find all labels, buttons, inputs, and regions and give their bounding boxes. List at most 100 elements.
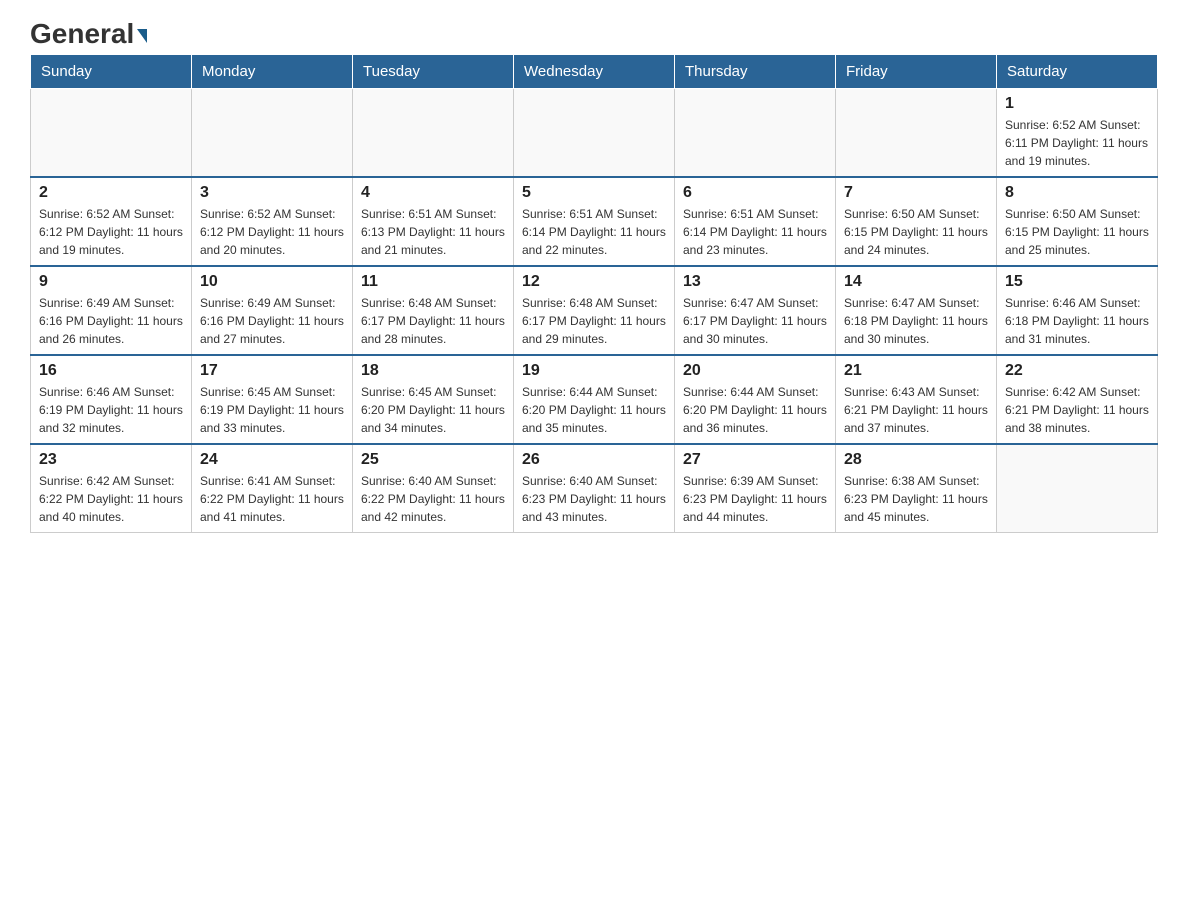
calendar-cell: 6 Sunrise: 6:51 AM Sunset: 6:14 PM Daylig… bbox=[675, 177, 836, 266]
day-number: 7 bbox=[844, 184, 988, 202]
day-info: Sunrise: 6:46 AM Sunset: 6:18 PM Dayligh… bbox=[1005, 294, 1149, 348]
calendar-header-wednesday: Wednesday bbox=[514, 55, 675, 89]
calendar-cell: 17 Sunrise: 6:45 AM Sunset: 6:19 PM Dayli… bbox=[192, 355, 353, 444]
day-number: 24 bbox=[200, 451, 344, 469]
calendar-week-row: 2 Sunrise: 6:52 AM Sunset: 6:12 PM Daylig… bbox=[31, 177, 1158, 266]
day-number: 14 bbox=[844, 273, 988, 291]
calendar-week-row: 23 Sunrise: 6:42 AM Sunset: 6:22 PM Dayli… bbox=[31, 444, 1158, 533]
calendar-week-row: 1Sunrise: 6:52 AM Sunset: 6:11 PM Daylig… bbox=[31, 89, 1158, 178]
page-header: General bbox=[30, 20, 1158, 44]
day-info: Sunrise: 6:44 AM Sunset: 6:20 PM Dayligh… bbox=[683, 383, 827, 437]
day-number: 11 bbox=[361, 273, 505, 291]
day-number: 13 bbox=[683, 273, 827, 291]
calendar-cell bbox=[836, 89, 997, 178]
calendar-cell: 9Sunrise: 6:49 AM Sunset: 6:16 PM Daylig… bbox=[31, 266, 192, 355]
calendar-cell bbox=[31, 89, 192, 178]
calendar-header-thursday: Thursday bbox=[675, 55, 836, 89]
calendar-cell bbox=[192, 89, 353, 178]
day-number: 19 bbox=[522, 362, 666, 380]
calendar-cell: 4 Sunrise: 6:51 AM Sunset: 6:13 PM Daylig… bbox=[353, 177, 514, 266]
calendar-cell: 22 Sunrise: 6:42 AM Sunset: 6:21 PM Dayli… bbox=[997, 355, 1158, 444]
day-info: Sunrise: 6:45 AM Sunset: 6:19 PM Dayligh… bbox=[200, 383, 344, 437]
calendar-cell: 21 Sunrise: 6:43 AM Sunset: 6:21 PM Dayli… bbox=[836, 355, 997, 444]
day-number: 21 bbox=[844, 362, 988, 380]
day-number: 23 bbox=[39, 451, 183, 469]
calendar-cell: 20 Sunrise: 6:44 AM Sunset: 6:20 PM Dayli… bbox=[675, 355, 836, 444]
calendar-cell: 19 Sunrise: 6:44 AM Sunset: 6:20 PM Dayli… bbox=[514, 355, 675, 444]
day-number: 20 bbox=[683, 362, 827, 380]
day-info: Sunrise: 6:49 AM Sunset: 6:16 PM Dayligh… bbox=[200, 294, 344, 348]
calendar-cell: 8 Sunrise: 6:50 AM Sunset: 6:15 PM Daylig… bbox=[997, 177, 1158, 266]
calendar-cell: 2 Sunrise: 6:52 AM Sunset: 6:12 PM Daylig… bbox=[31, 177, 192, 266]
calendar-week-row: 16 Sunrise: 6:46 AM Sunset: 6:19 PM Dayli… bbox=[31, 355, 1158, 444]
logo: General bbox=[30, 20, 147, 44]
day-info: Sunrise: 6:41 AM Sunset: 6:22 PM Dayligh… bbox=[200, 472, 344, 526]
day-info: Sunrise: 6:40 AM Sunset: 6:22 PM Dayligh… bbox=[361, 472, 505, 526]
calendar-cell: 25 Sunrise: 6:40 AM Sunset: 6:22 PM Dayli… bbox=[353, 444, 514, 533]
day-info: Sunrise: 6:47 AM Sunset: 6:17 PM Dayligh… bbox=[683, 294, 827, 348]
day-info: Sunrise: 6:45 AM Sunset: 6:20 PM Dayligh… bbox=[361, 383, 505, 437]
day-number: 18 bbox=[361, 362, 505, 380]
day-number: 28 bbox=[844, 451, 988, 469]
calendar-cell: 14 Sunrise: 6:47 AM Sunset: 6:18 PM Dayli… bbox=[836, 266, 997, 355]
calendar-cell bbox=[675, 89, 836, 178]
day-number: 17 bbox=[200, 362, 344, 380]
day-number: 10 bbox=[200, 273, 344, 291]
calendar-cell: 12Sunrise: 6:48 AM Sunset: 6:17 PM Dayli… bbox=[514, 266, 675, 355]
day-info: Sunrise: 6:51 AM Sunset: 6:14 PM Dayligh… bbox=[522, 205, 666, 259]
day-number: 16 bbox=[39, 362, 183, 380]
day-number: 15 bbox=[1005, 273, 1149, 291]
day-info: Sunrise: 6:51 AM Sunset: 6:14 PM Dayligh… bbox=[683, 205, 827, 259]
calendar-header-monday: Monday bbox=[192, 55, 353, 89]
day-number: 22 bbox=[1005, 362, 1149, 380]
day-info: Sunrise: 6:50 AM Sunset: 6:15 PM Dayligh… bbox=[1005, 205, 1149, 259]
day-number: 25 bbox=[361, 451, 505, 469]
logo-general: General bbox=[30, 20, 147, 48]
day-number: 26 bbox=[522, 451, 666, 469]
day-number: 3 bbox=[200, 184, 344, 202]
day-info: Sunrise: 6:46 AM Sunset: 6:19 PM Dayligh… bbox=[39, 383, 183, 437]
calendar-cell: 24 Sunrise: 6:41 AM Sunset: 6:22 PM Dayli… bbox=[192, 444, 353, 533]
day-info: Sunrise: 6:38 AM Sunset: 6:23 PM Dayligh… bbox=[844, 472, 988, 526]
calendar-cell: 11 Sunrise: 6:48 AM Sunset: 6:17 PM Dayli… bbox=[353, 266, 514, 355]
day-number: 5 bbox=[522, 184, 666, 202]
calendar-cell: 1Sunrise: 6:52 AM Sunset: 6:11 PM Daylig… bbox=[997, 89, 1158, 178]
calendar-cell: 15 Sunrise: 6:46 AM Sunset: 6:18 PM Dayli… bbox=[997, 266, 1158, 355]
calendar-cell: 3Sunrise: 6:52 AM Sunset: 6:12 PM Daylig… bbox=[192, 177, 353, 266]
calendar-header-sunday: Sunday bbox=[31, 55, 192, 89]
day-number: 27 bbox=[683, 451, 827, 469]
calendar-table: SundayMondayTuesdayWednesdayThursdayFrid… bbox=[30, 54, 1158, 533]
day-info: Sunrise: 6:44 AM Sunset: 6:20 PM Dayligh… bbox=[522, 383, 666, 437]
day-number: 8 bbox=[1005, 184, 1149, 202]
day-info: Sunrise: 6:47 AM Sunset: 6:18 PM Dayligh… bbox=[844, 294, 988, 348]
calendar-cell: 7 Sunrise: 6:50 AM Sunset: 6:15 PM Daylig… bbox=[836, 177, 997, 266]
day-info: Sunrise: 6:52 AM Sunset: 6:11 PM Dayligh… bbox=[1005, 116, 1149, 170]
calendar-cell: 16 Sunrise: 6:46 AM Sunset: 6:19 PM Dayli… bbox=[31, 355, 192, 444]
calendar-header-row: SundayMondayTuesdayWednesdayThursdayFrid… bbox=[31, 55, 1158, 89]
calendar-header-tuesday: Tuesday bbox=[353, 55, 514, 89]
day-number: 6 bbox=[683, 184, 827, 202]
calendar-header-friday: Friday bbox=[836, 55, 997, 89]
calendar-cell: 26 Sunrise: 6:40 AM Sunset: 6:23 PM Dayli… bbox=[514, 444, 675, 533]
day-info: Sunrise: 6:39 AM Sunset: 6:23 PM Dayligh… bbox=[683, 472, 827, 526]
day-info: Sunrise: 6:48 AM Sunset: 6:17 PM Dayligh… bbox=[361, 294, 505, 348]
day-info: Sunrise: 6:43 AM Sunset: 6:21 PM Dayligh… bbox=[844, 383, 988, 437]
day-info: Sunrise: 6:51 AM Sunset: 6:13 PM Dayligh… bbox=[361, 205, 505, 259]
calendar-cell: 23 Sunrise: 6:42 AM Sunset: 6:22 PM Dayli… bbox=[31, 444, 192, 533]
day-info: Sunrise: 6:42 AM Sunset: 6:22 PM Dayligh… bbox=[39, 472, 183, 526]
calendar-cell: 5 Sunrise: 6:51 AM Sunset: 6:14 PM Daylig… bbox=[514, 177, 675, 266]
day-info: Sunrise: 6:52 AM Sunset: 6:12 PM Dayligh… bbox=[39, 205, 183, 259]
calendar-cell: 10 Sunrise: 6:49 AM Sunset: 6:16 PM Dayli… bbox=[192, 266, 353, 355]
day-number: 4 bbox=[361, 184, 505, 202]
calendar-cell: 18 Sunrise: 6:45 AM Sunset: 6:20 PM Dayli… bbox=[353, 355, 514, 444]
calendar-cell: 27 Sunrise: 6:39 AM Sunset: 6:23 PM Dayli… bbox=[675, 444, 836, 533]
day-info: Sunrise: 6:49 AM Sunset: 6:16 PM Dayligh… bbox=[39, 294, 183, 348]
day-number: 2 bbox=[39, 184, 183, 202]
calendar-cell: 13 Sunrise: 6:47 AM Sunset: 6:17 PM Dayli… bbox=[675, 266, 836, 355]
day-info: Sunrise: 6:50 AM Sunset: 6:15 PM Dayligh… bbox=[844, 205, 988, 259]
day-number: 12 bbox=[522, 273, 666, 291]
calendar-header-saturday: Saturday bbox=[997, 55, 1158, 89]
day-info: Sunrise: 6:42 AM Sunset: 6:21 PM Dayligh… bbox=[1005, 383, 1149, 437]
day-info: Sunrise: 6:40 AM Sunset: 6:23 PM Dayligh… bbox=[522, 472, 666, 526]
calendar-cell bbox=[353, 89, 514, 178]
